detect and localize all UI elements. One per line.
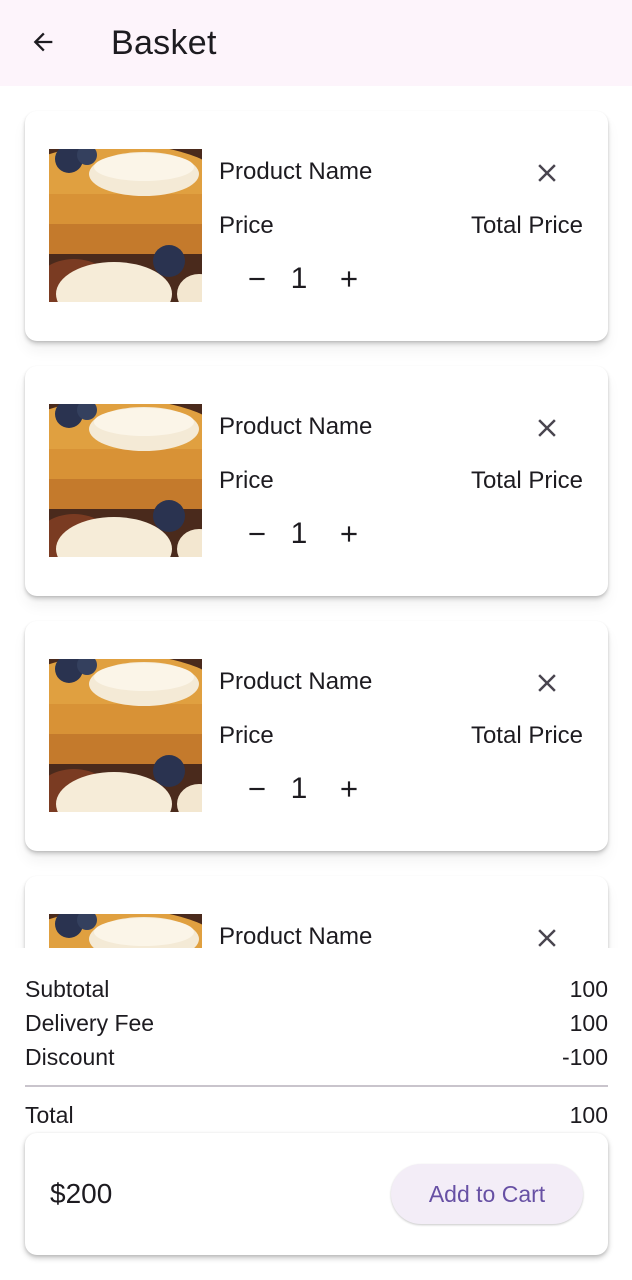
product-image [49,404,202,557]
product-total-price: Total Price [470,212,583,239]
add-to-cart-button[interactable]: Add to Cart [391,1164,583,1224]
quantity-stepper: 1 [239,259,369,299]
discount-row: Discount -100 [25,1042,608,1072]
plus-icon [341,781,357,797]
delivery-fee-label: Delivery Fee [25,1010,155,1036]
product-image [49,659,202,812]
delivery-fee-row: Delivery Fee 100 [25,1008,608,1038]
arrow-left-icon [33,32,53,52]
discount-label: Discount [25,1044,115,1070]
product-total-price: Total Price [470,722,583,749]
subtotal-value: 100 [569,976,608,1002]
minus-icon [249,787,265,791]
quantity-value: 1 [290,262,308,295]
product-price: Price [219,722,274,749]
back-button[interactable] [22,21,64,63]
decrease-quantity-button[interactable] [239,769,275,809]
total-value: 100 [569,1102,608,1128]
page-title: Basket [111,24,217,62]
basket-item-card: Product Name Price Total Price 1 [25,621,608,851]
close-icon [538,929,556,947]
subtotal-row: Subtotal 100 [25,974,608,1004]
plus-icon [341,526,357,542]
product-name: Product Name [219,158,373,185]
close-icon [538,419,556,437]
basket-list[interactable]: Product Name Price Total Price 1 Product… [0,86,632,948]
product-image [49,149,202,302]
decrease-quantity-button[interactable] [239,514,275,554]
increase-quantity-button[interactable] [331,259,367,299]
remove-item-button[interactable] [529,410,565,446]
product-price: Price [219,212,274,239]
basket-item-card: Product Name Price Total Price 1 [25,366,608,596]
quantity-stepper: 1 [239,514,369,554]
product-name: Product Name [219,413,373,440]
decrease-quantity-button[interactable] [239,259,275,299]
divider [25,1085,608,1087]
checkout-bar: $200 Add to Cart [25,1133,608,1255]
minus-icon [249,277,265,281]
plus-icon [341,271,357,287]
remove-item-button[interactable] [529,665,565,701]
remove-item-button[interactable] [529,155,565,191]
discount-value: -100 [561,1044,608,1070]
total-row: Total 100 [25,1100,608,1130]
increase-quantity-button[interactable] [331,514,367,554]
product-name: Product Name [219,923,373,948]
increase-quantity-button[interactable] [331,769,367,809]
product-name: Product Name [219,668,373,695]
quantity-stepper: 1 [239,769,369,809]
subtotal-label: Subtotal [25,976,110,1002]
remove-item-button[interactable] [529,920,565,948]
app-bar: Basket [0,0,632,86]
quantity-value: 1 [290,772,308,805]
close-icon [538,674,556,692]
close-icon [538,164,556,182]
delivery-fee-value: 100 [569,1010,608,1036]
basket-item-card: Product Name Price Total Price 1 [25,111,608,341]
product-price: Price [219,467,274,494]
quantity-value: 1 [290,517,308,550]
basket-item-card: Product Name [25,876,608,948]
product-total-price: Total Price [470,467,583,494]
total-label: Total [25,1102,74,1128]
product-image [49,914,202,948]
minus-icon [249,532,265,536]
cart-amount: $200 [50,1178,113,1209]
